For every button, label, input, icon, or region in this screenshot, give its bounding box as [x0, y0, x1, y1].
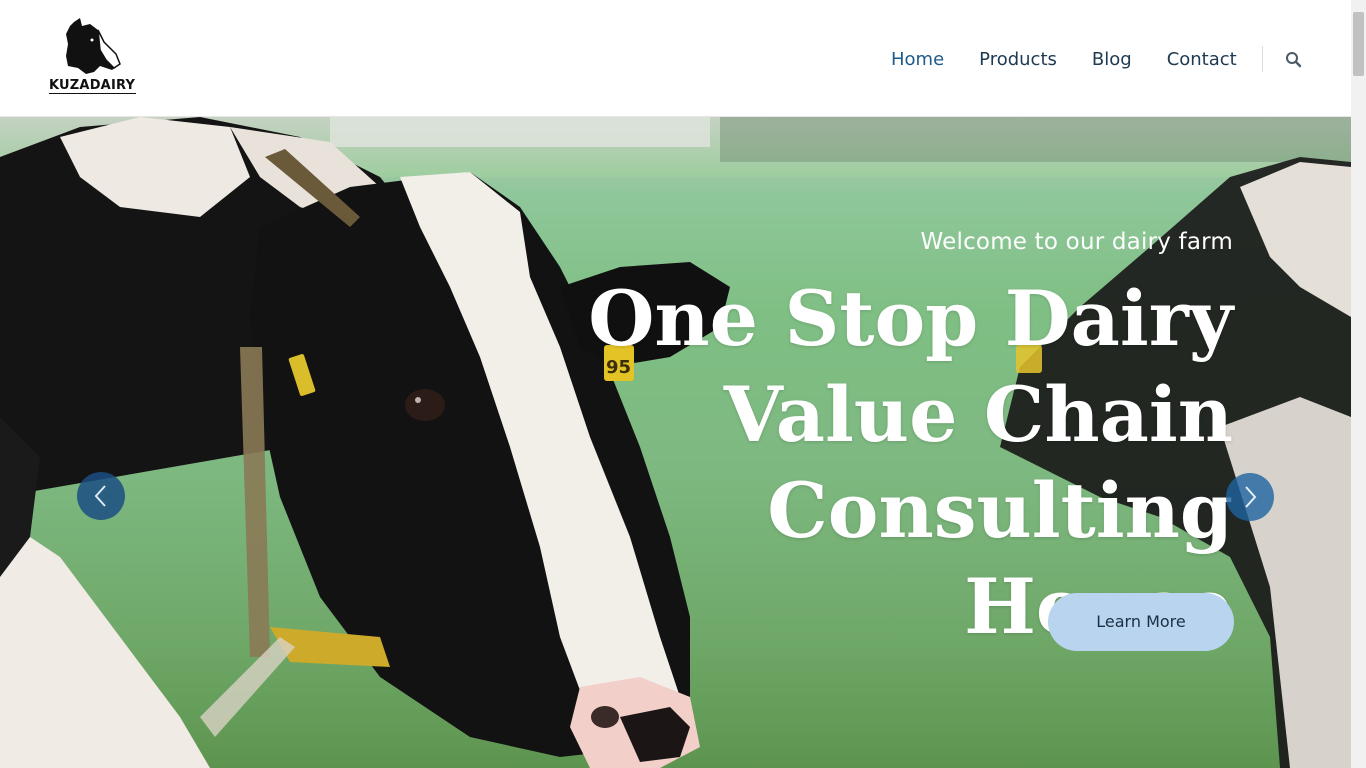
- learn-more-button[interactable]: Learn More: [1048, 593, 1234, 651]
- nav-blog[interactable]: Blog: [1092, 46, 1132, 74]
- nav-contact[interactable]: Contact: [1167, 46, 1237, 74]
- page-scrollbar[interactable]: [1351, 0, 1366, 768]
- logo-underline: [49, 93, 136, 94]
- nav-divider: [1262, 46, 1263, 72]
- hero-slider: 95 Welcome to our dairy farm One Stop Da…: [0, 117, 1351, 768]
- site-header: KUZADAIRY Home Products Blog Contact: [0, 0, 1351, 117]
- logo-text: KUZADAIRY: [49, 78, 136, 93]
- slider-next-button[interactable]: [1226, 473, 1274, 521]
- main-nav: Home Products Blog Contact: [891, 46, 1272, 74]
- slider-prev-button[interactable]: [77, 472, 125, 520]
- chevron-left-icon: [94, 485, 106, 507]
- hero-title-line: Value Chain: [723, 370, 1233, 459]
- hero-subtitle: Welcome to our dairy farm: [920, 229, 1233, 255]
- chevron-right-icon: [1245, 486, 1257, 508]
- hero-title-line: One Stop Dairy: [588, 274, 1233, 363]
- nav-products[interactable]: Products: [979, 46, 1057, 74]
- scrollbar-thumb[interactable]: [1353, 12, 1364, 76]
- nav-home[interactable]: Home: [891, 46, 944, 74]
- hero-title-line: Consulting: [767, 466, 1233, 555]
- hero-text-block: Welcome to our dairy farm One Stop Dairy…: [533, 229, 1233, 655]
- search-icon[interactable]: [1284, 50, 1304, 70]
- cow-logo-icon: [66, 18, 121, 74]
